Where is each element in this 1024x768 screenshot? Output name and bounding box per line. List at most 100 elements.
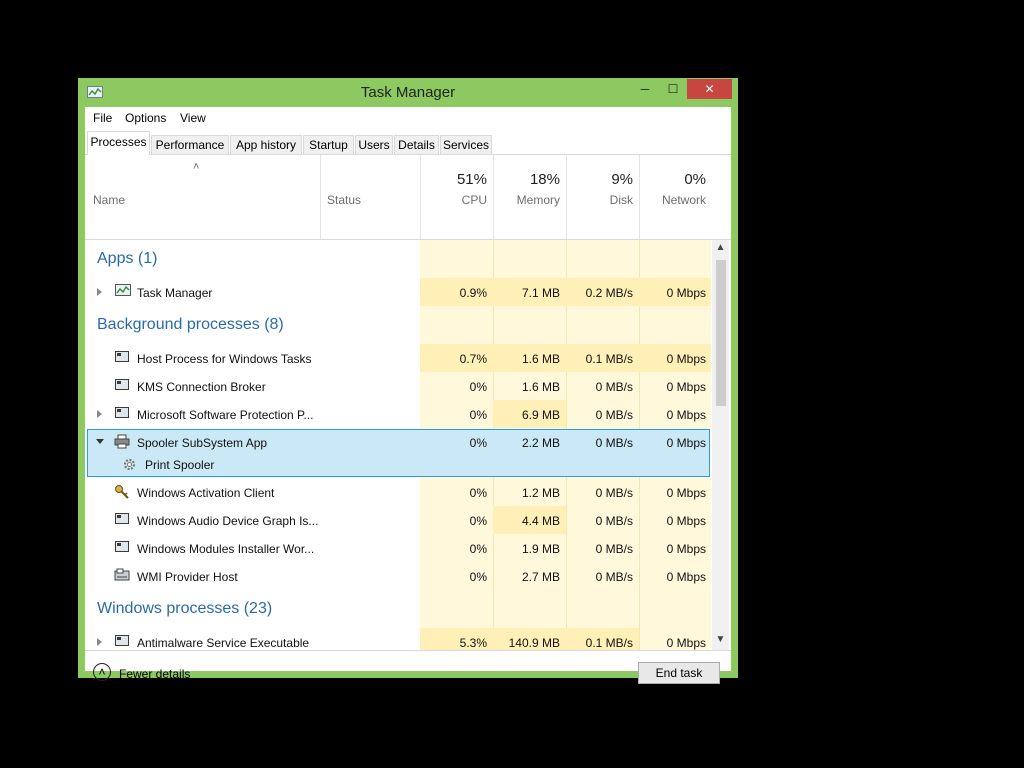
- expand-arrow-icon[interactable]: [97, 288, 102, 296]
- column-status[interactable]: Status: [327, 193, 361, 207]
- network-value: 0 Mbps: [666, 636, 706, 650]
- column-separator: [566, 155, 567, 239]
- group-header-windows[interactable]: Windows processes (23): [85, 590, 712, 628]
- table-row[interactable]: Windows Modules Installer Wor... 0% 1.9 …: [85, 534, 712, 562]
- disk-value: 0.2 MB/s: [585, 286, 633, 300]
- network-value: 0 Mbps: [666, 514, 706, 528]
- menu-view[interactable]: View: [180, 111, 206, 125]
- column-network[interactable]: Network: [640, 193, 706, 207]
- scroll-up-arrow-icon[interactable]: ▲: [712, 242, 729, 253]
- process-name: Host Process for Windows Tasks: [137, 352, 312, 366]
- group-header-background[interactable]: Background processes (8): [85, 306, 712, 344]
- tab-performance[interactable]: Performance: [151, 135, 229, 154]
- gear-icon: [123, 458, 136, 471]
- table-row[interactable]: Microsoft Software Protection P... 0% 6.…: [85, 400, 712, 428]
- table-row-selected[interactable]: Spooler SubSystem App 0% 2.2 MB 0 MB/s 0…: [85, 428, 712, 456]
- disk-value: 0 MB/s: [595, 436, 633, 450]
- tab-processes[interactable]: Processes: [87, 131, 150, 155]
- memory-value: 2.2 MB: [521, 436, 560, 450]
- disk-value: 0 MB/s: [595, 570, 633, 584]
- fewer-details-link[interactable]: Fewer details: [119, 667, 190, 681]
- column-separator: [639, 155, 640, 239]
- minimize-button[interactable]: ─: [632, 79, 658, 99]
- end-task-button[interactable]: End task: [638, 662, 720, 684]
- network-value: 0 Mbps: [666, 570, 706, 584]
- child-service-row[interactable]: Print Spooler: [85, 453, 712, 477]
- disk-total[interactable]: 9%: [567, 171, 633, 188]
- column-separator: [420, 155, 421, 239]
- cpu-total[interactable]: 51%: [421, 171, 487, 188]
- column-header: ˄ Name Status 51% CPU 18% Memory 9% Disk…: [85, 155, 731, 240]
- menu-bar: File Options View: [85, 107, 731, 129]
- column-memory[interactable]: Memory: [494, 193, 560, 207]
- memory-total[interactable]: 18%: [494, 171, 560, 188]
- table-row[interactable]: Host Process for Windows Tasks 0.7% 1.6 …: [85, 344, 712, 372]
- group-title: Background processes (8): [97, 316, 284, 333]
- collapse-arrow-icon[interactable]: [96, 439, 104, 444]
- memory-value: 1.9 MB: [521, 542, 560, 556]
- cpu-value: 0%: [469, 380, 487, 394]
- tab-services[interactable]: Services: [440, 135, 492, 154]
- expand-arrow-icon[interactable]: [97, 638, 102, 646]
- close-button[interactable]: ✕: [687, 79, 732, 99]
- process-list: Apps (1) Task Manager 0.9% 7.1 MB 0.2 MB…: [85, 240, 712, 650]
- group-header-apps[interactable]: Apps (1): [85, 240, 712, 278]
- menu-options[interactable]: Options: [125, 111, 166, 125]
- process-name: Antimalware Service Executable: [137, 636, 310, 650]
- disk-value: 0 MB/s: [595, 380, 633, 394]
- table-row[interactable]: Antimalware Service Executable 5.3% 140.…: [85, 628, 712, 650]
- cpu-value: 0.7%: [459, 352, 487, 366]
- column-disk[interactable]: Disk: [567, 193, 633, 207]
- disk-value: 0 MB/s: [595, 486, 633, 500]
- table-row[interactable]: KMS Connection Broker 0% 1.6 MB 0 MB/s 0…: [85, 372, 712, 400]
- scrollbar-thumb[interactable]: [716, 260, 726, 406]
- process-name: Windows Modules Installer Wor...: [137, 542, 315, 556]
- disk-value: 0 MB/s: [595, 408, 633, 422]
- cpu-value: 0%: [469, 570, 487, 584]
- cpu-value: 0.9%: [459, 286, 487, 300]
- network-total[interactable]: 0%: [640, 171, 706, 188]
- maximize-button[interactable]: ☐: [660, 79, 686, 99]
- process-name: Windows Activation Client: [137, 486, 275, 500]
- process-icon: [115, 635, 129, 646]
- expand-arrow-icon[interactable]: [97, 410, 102, 418]
- tab-users[interactable]: Users: [355, 135, 393, 154]
- disk-value: 0.1 MB/s: [585, 636, 633, 650]
- disk-value: 0.1 MB/s: [585, 352, 633, 366]
- tab-app-history[interactable]: App history: [230, 135, 302, 154]
- scroll-down-arrow-icon[interactable]: ▼: [712, 634, 729, 645]
- process-icon: [115, 407, 129, 418]
- tab-details[interactable]: Details: [394, 135, 439, 154]
- menu-file[interactable]: File: [93, 111, 112, 125]
- network-value: 0 Mbps: [666, 286, 706, 300]
- title-bar[interactable]: Task Manager ─ ☐ ✕: [78, 78, 738, 108]
- process-name: KMS Connection Broker: [137, 380, 266, 394]
- column-cpu[interactable]: CPU: [421, 193, 487, 207]
- tab-startup[interactable]: Startup: [303, 135, 354, 154]
- column-separator: [493, 155, 494, 239]
- cpu-value: 5.3%: [459, 636, 487, 650]
- process-name: Task Manager: [137, 286, 213, 300]
- process-icon: [115, 351, 129, 362]
- network-value: 0 Mbps: [666, 542, 706, 556]
- printer-icon: [114, 434, 130, 449]
- group-title: Apps (1): [97, 250, 158, 267]
- cpu-value: 0%: [469, 514, 487, 528]
- network-value: 0 Mbps: [666, 436, 706, 450]
- vertical-scrollbar[interactable]: ▲ ▼: [712, 240, 729, 650]
- task-manager-icon: [115, 284, 131, 296]
- column-name[interactable]: Name: [93, 193, 125, 207]
- memory-value: 4.4 MB: [521, 514, 560, 528]
- table-row[interactable]: Task Manager 0.9% 7.1 MB 0.2 MB/s 0 Mbps: [85, 278, 712, 306]
- table-row[interactable]: Windows Audio Device Graph Is... 0% 4.4 …: [85, 506, 712, 534]
- cpu-value: 0%: [469, 542, 487, 556]
- table-row[interactable]: WMI Provider Host 0% 2.7 MB 0 MB/s 0 Mbp…: [85, 562, 712, 590]
- memory-value: 1.6 MB: [521, 380, 560, 394]
- service-name: Print Spooler: [145, 458, 215, 472]
- tab-strip: Processes Performance App history Startu…: [85, 129, 731, 155]
- disk-value: 0 MB/s: [595, 514, 633, 528]
- fewer-details-icon[interactable]: ˄: [93, 663, 111, 681]
- process-name: WMI Provider Host: [137, 570, 238, 584]
- client-area: File Options View Processes Performance …: [85, 107, 731, 684]
- table-row[interactable]: Windows Activation Client 0% 1.2 MB 0 MB…: [85, 478, 712, 506]
